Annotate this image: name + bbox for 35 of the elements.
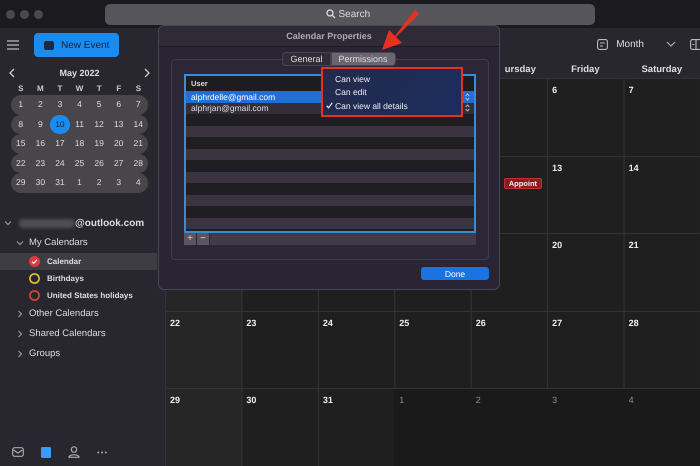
day-number: 21 bbox=[628, 240, 639, 250]
weekday-header: Saturday bbox=[641, 64, 682, 74]
weekday-label: M bbox=[36, 84, 45, 93]
day-number: 4 bbox=[628, 395, 634, 406]
weekday-header: ursday bbox=[504, 64, 536, 74]
weekday-label: F bbox=[115, 84, 122, 93]
user-email: alphrdelle@gmail.com bbox=[191, 92, 276, 102]
day-number: 29 bbox=[170, 395, 180, 406]
day-number: 13 bbox=[552, 162, 562, 173]
day-number: 7 bbox=[628, 85, 634, 95]
dialog-title: Calendar Properties bbox=[286, 31, 372, 41]
day-number: 30 bbox=[246, 395, 256, 406]
day-number: 14 bbox=[628, 162, 639, 173]
account-email: @outlook.com bbox=[75, 218, 144, 229]
month-title: May 2022 bbox=[59, 68, 100, 78]
day-number: 27 bbox=[552, 318, 562, 328]
weekday-label: T bbox=[56, 84, 64, 93]
day-number: 22 bbox=[170, 318, 180, 328]
weekday-label: S bbox=[134, 84, 142, 93]
day-number: 31 bbox=[322, 395, 333, 406]
day-number: 23 bbox=[246, 318, 256, 328]
day-number: 1 bbox=[399, 395, 404, 406]
weekday-header: Friday bbox=[571, 64, 600, 74]
day-number: 3 bbox=[552, 395, 558, 406]
day-number: 20 bbox=[552, 240, 562, 250]
day-number: 28 bbox=[628, 318, 639, 328]
weekday-label: T bbox=[96, 84, 103, 93]
day-number: 6 bbox=[552, 85, 558, 95]
weekday-label: S bbox=[17, 84, 24, 93]
day-number: 2 bbox=[476, 395, 481, 406]
user-email: alphrjan@gmail.com bbox=[191, 103, 269, 114]
day-number: 26 bbox=[476, 318, 486, 328]
weekday-label: W bbox=[74, 84, 84, 93]
day-number: 25 bbox=[399, 318, 410, 328]
day-number: 24 bbox=[322, 318, 333, 328]
